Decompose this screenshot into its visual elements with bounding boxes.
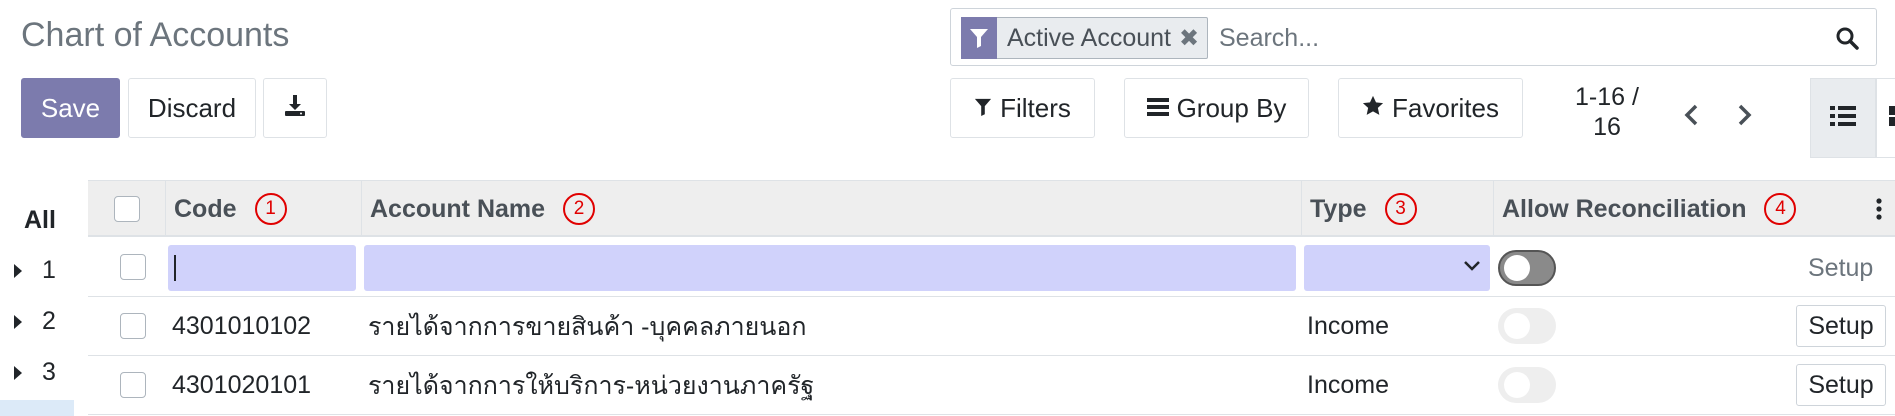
search-panel-item[interactable]: 3 [14, 358, 56, 387]
caret-right-icon[interactable] [14, 365, 22, 380]
account-name: รายได้จากการให้บริการ-หน่วยงานภาครัฐ [368, 371, 815, 400]
table-row[interactable]: 4301010102 รายได้จากการขายสินค้า -บุคคลภ… [88, 297, 1895, 356]
column-label: Allow Reconciliation [1502, 194, 1747, 223]
kanban-view-button[interactable] [1876, 78, 1895, 158]
search-facet: Active Account ✖ [961, 17, 1209, 59]
kanban-icon [1889, 105, 1895, 132]
account-type: Income [1307, 312, 1389, 340]
pager-next-button[interactable] [1730, 100, 1760, 134]
code-input[interactable] [168, 245, 356, 291]
facet-label: Active Account [1007, 23, 1171, 52]
list-view-button[interactable] [1810, 78, 1876, 158]
chevron-down-icon [1464, 259, 1480, 277]
favorites-label: Favorites [1392, 92, 1499, 123]
row-checkbox[interactable] [120, 254, 146, 280]
annotation-badge: 1 [254, 193, 287, 225]
chevron-left-icon [1683, 103, 1699, 132]
table-edit-row[interactable]: Setup [88, 239, 1895, 297]
search-panel-item[interactable]: 2 [14, 307, 56, 336]
chevron-right-icon [1737, 103, 1753, 132]
search-panel-item-label: 2 [42, 307, 56, 335]
account-code: 4301010102 [172, 312, 312, 340]
filter-icon [961, 17, 997, 59]
pager-range[interactable]: 1-16 / [1568, 82, 1646, 112]
row-checkbox[interactable] [120, 313, 146, 339]
pager-previous-button[interactable] [1676, 100, 1706, 134]
bars-icon [1146, 93, 1169, 124]
setup-button[interactable]: Setup [1796, 305, 1886, 347]
column-label: Type [1310, 194, 1367, 223]
select-all-checkbox[interactable] [113, 196, 140, 222]
discard-button[interactable]: Discard [128, 78, 256, 138]
filters-button[interactable]: Filters [950, 78, 1095, 138]
filter-icon [974, 93, 992, 124]
search-panel-selected-item[interactable] [0, 400, 74, 416]
pager-value[interactable]: 1-16 / 16 [1568, 82, 1646, 142]
column-label: Code [174, 194, 237, 223]
column-label: Account Name [370, 194, 546, 223]
account-code: 4301020101 [172, 371, 312, 399]
page-title: Chart of Accounts [21, 16, 290, 54]
search-input[interactable] [1219, 21, 1819, 55]
group-by-label: Group By [1176, 92, 1287, 123]
allow-reconciliation-toggle[interactable] [1498, 308, 1556, 344]
column-header-account-name[interactable]: Account Name 2 [362, 181, 1302, 237]
annotation-badge: 4 [1764, 193, 1797, 225]
search-panel-all[interactable]: All [24, 206, 56, 235]
column-header-allow-reconciliation[interactable]: Allow Reconciliation 4 [1494, 181, 1895, 237]
search-panel-item[interactable]: 1 [14, 256, 56, 285]
column-header-code[interactable]: Code 1 [166, 181, 362, 237]
annotation-badge: 2 [563, 193, 596, 225]
toggle-knob [1504, 372, 1530, 398]
download-icon [283, 93, 307, 124]
account-name: รายได้จากการขายสินค้า -บุคคลภายนอก [368, 312, 807, 341]
table-row[interactable]: 4301020101 รายได้จากการให้บริการ-หน่วยงา… [88, 356, 1895, 415]
accounts-table: Code 1 Account Name 2 Type 3 Allow Recon… [88, 180, 1895, 416]
star-icon [1362, 93, 1384, 124]
save-button[interactable]: Save [21, 78, 120, 138]
search-panel: All 1 2 3 [0, 180, 78, 416]
allow-reconciliation-toggle[interactable] [1498, 367, 1556, 403]
toggle-knob [1504, 313, 1530, 339]
favorites-button[interactable]: Favorites [1338, 78, 1523, 138]
caret-right-icon[interactable] [14, 263, 22, 278]
header-select-cell [88, 181, 166, 237]
filters-label: Filters [1000, 92, 1071, 123]
allow-reconciliation-toggle[interactable] [1498, 250, 1556, 286]
setup-link[interactable]: Setup [1808, 239, 1873, 297]
column-header-type[interactable]: Type 3 [1302, 181, 1494, 237]
toggle-knob [1504, 255, 1530, 281]
optional-columns-icon[interactable] [1876, 197, 1882, 226]
list-icon [1830, 105, 1856, 132]
group-by-button[interactable]: Group By [1124, 78, 1309, 138]
download-button[interactable] [263, 78, 327, 138]
account-name-input[interactable] [364, 245, 1296, 291]
search-bar: Active Account ✖ [950, 8, 1877, 66]
row-checkbox[interactable] [120, 372, 146, 398]
type-select[interactable] [1304, 245, 1490, 291]
search-panel-item-label: 1 [42, 256, 56, 284]
text-cursor [174, 255, 176, 281]
search-panel-item-label: 3 [42, 358, 56, 386]
setup-button[interactable]: Setup [1796, 364, 1886, 406]
search-icon[interactable] [1830, 21, 1864, 55]
caret-right-icon[interactable] [14, 314, 22, 329]
pager-total: 16 [1593, 113, 1621, 141]
table-header: Code 1 Account Name 2 Type 3 Allow Recon… [88, 181, 1895, 237]
account-type: Income [1307, 371, 1389, 399]
facet-remove-icon[interactable]: ✖ [1179, 24, 1207, 53]
annotation-badge: 3 [1384, 193, 1417, 225]
